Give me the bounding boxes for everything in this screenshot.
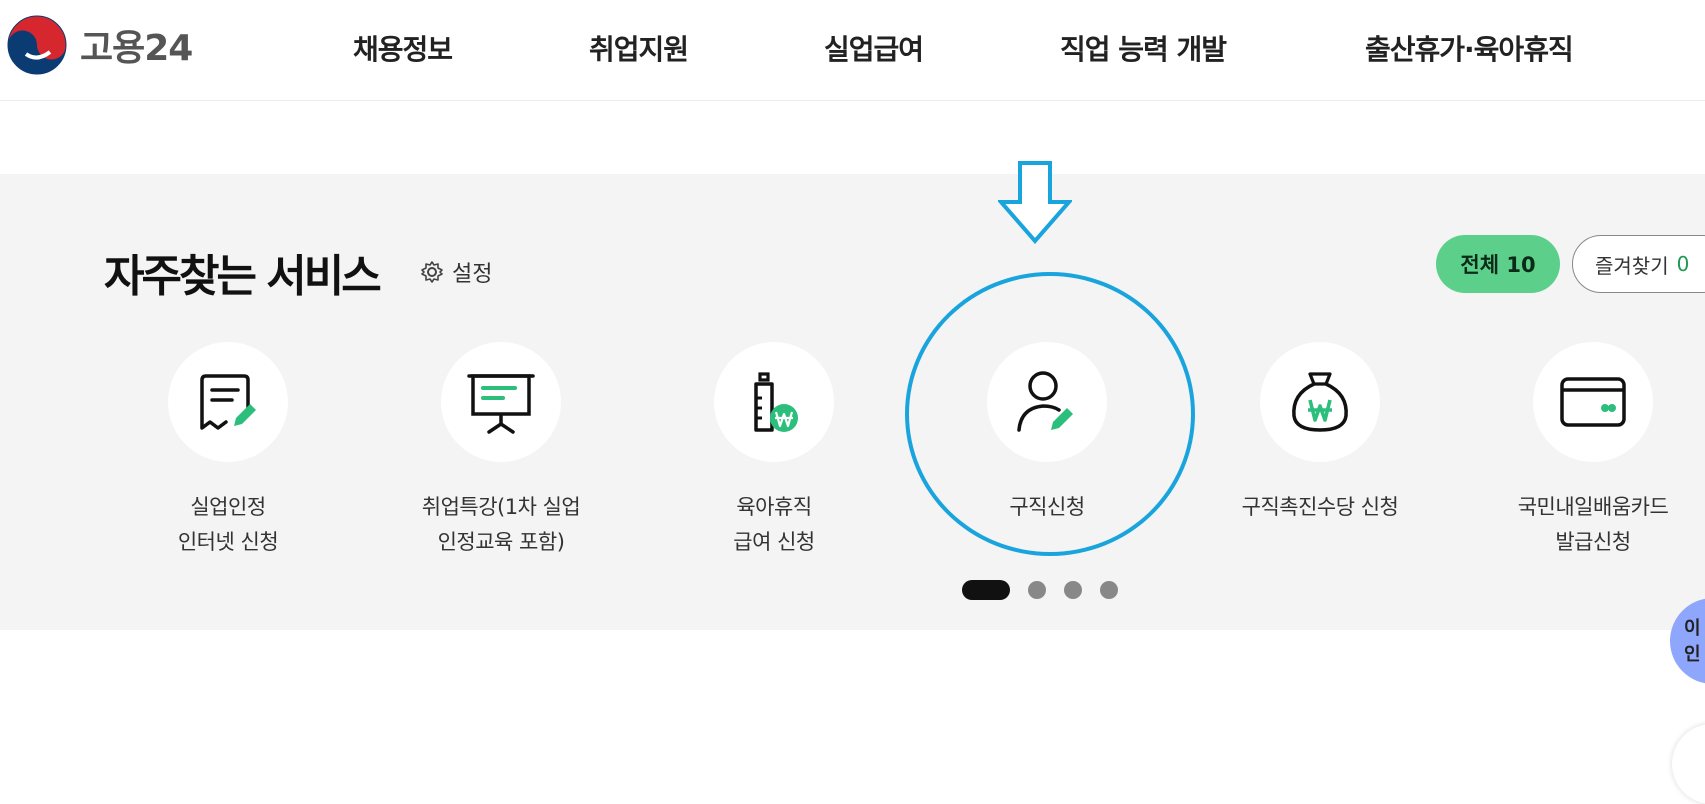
service-icon-circle [441,342,561,462]
carousel-dot-3[interactable] [1064,581,1082,599]
favorites-label: 즐겨찾기 [1595,253,1669,278]
frequent-services-section: 자주찾는 서비스 설정 전체 10 즐겨찾기 0 실업인정 인터넷 신청 취업특… [0,174,1705,804]
side-badge-line2: 인 [1684,644,1701,665]
service-label-line2: 발급신청 [1555,530,1631,554]
top-header: 고용24 채용정보 취업지원 실업급여 직업 능력 개발 출산휴가·육아휴직 [0,0,1705,101]
service-icon-circle [1260,342,1380,462]
person-edit-icon [1017,371,1073,432]
service-label: 실업인정 인터넷 신청 [103,490,353,560]
settings-button[interactable]: 설정 [420,256,492,288]
carousel-pagination [962,580,1136,600]
carousel-dot-2[interactable] [1028,581,1046,599]
floating-side-button[interactable] [1672,724,1705,804]
service-label-line1: 육아휴직 [736,495,812,519]
service-item-parental-leave-benefit[interactable]: 육아휴직 급여 신청 [649,342,899,560]
service-item-unemployment-certification[interactable]: 실업인정 인터넷 신청 [103,342,353,560]
service-label: 육아휴직 급여 신청 [649,490,899,560]
service-label-line2: 급여 신청 [733,530,815,554]
presentation-board-icon [467,374,535,434]
service-item-job-seeking-allowance[interactable]: 구직촉진수당 신청 [1195,342,1445,525]
service-label: 구직촉진수당 신청 [1195,490,1445,525]
down-arrow-annotation-icon [998,161,1072,244]
service-icon-circle [987,342,1107,462]
filter-favorites-button[interactable]: 즐겨찾기 0 [1572,235,1705,293]
gear-icon [421,261,443,283]
baby-bottle-won-icon [754,372,798,432]
filter-all-button[interactable]: 전체 10 [1436,235,1560,293]
nav-item-employment-support[interactable]: 취업지원 [589,28,689,68]
service-label-line2: 인터넷 신청 [177,530,279,554]
service-label: 국민내일배움카드 발급신청 [1468,490,1705,560]
service-icon-circle [1533,342,1653,462]
money-bag-won-icon [1292,372,1348,432]
favorites-count: 0 [1676,252,1690,276]
certificate-edit-icon [200,374,256,430]
logo-text: 고용24 [80,28,193,69]
service-item-learning-card[interactable]: 국민내일배움카드 발급신청 [1468,342,1705,560]
side-badge-line1: 이 [1684,618,1701,639]
nav-item-vocational-training[interactable]: 직업 능력 개발 [1060,28,1227,68]
service-label: 취업특강(1차 실업 인정교육 포함) [376,490,626,560]
service-icon-circle [168,342,288,462]
service-icon-circle [714,342,834,462]
card-icon [1560,377,1626,427]
carousel-dot-4[interactable] [1100,581,1118,599]
nav-item-unemployment-benefit[interactable]: 실업급여 [824,28,924,68]
section-title: 자주찾는 서비스 [104,251,382,302]
service-label-line2: 인정교육 포함) [437,530,565,554]
service-item-job-application[interactable]: 구직신청 [922,342,1172,525]
service-label-line1: 구직신청 [1009,495,1085,519]
service-label: 구직신청 [922,490,1172,525]
service-label-line1: 취업특강(1차 실업 [421,495,581,519]
service-label-line1: 구직촉진수당 신청 [1241,495,1399,519]
korea-emblem-icon [7,15,67,75]
site-logo[interactable]: 고용24 [6,14,193,76]
nav-item-parental-leave[interactable]: 출산휴가·육아휴직 [1365,28,1574,68]
nav-item-jobs[interactable]: 채용정보 [353,28,453,68]
service-label-line1: 실업인정 [190,495,266,519]
service-label-line1: 국민내일배움카드 [1517,495,1669,519]
service-item-employment-lecture[interactable]: 취업특강(1차 실업 인정교육 포함) [376,342,626,560]
settings-label: 설정 [452,262,493,287]
carousel-dot-1[interactable] [962,580,1010,600]
floating-side-badge[interactable]: 이 인 [1670,598,1705,684]
